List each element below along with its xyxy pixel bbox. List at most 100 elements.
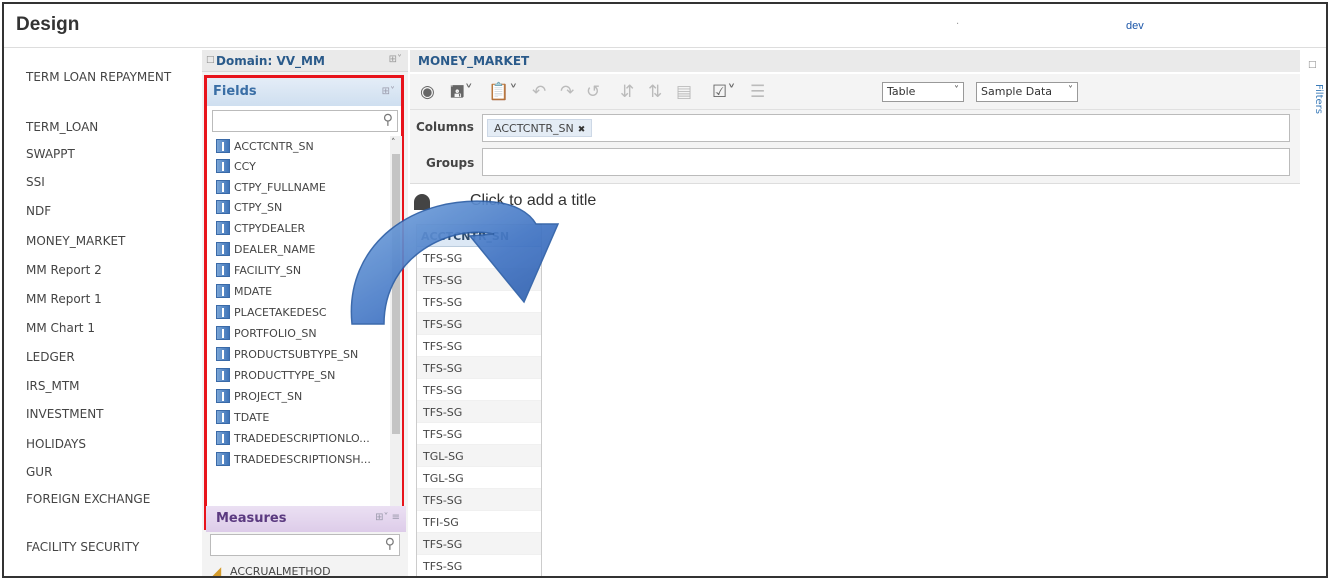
undo-icon[interactable]: ↶: [532, 82, 546, 102]
measure-icon: ◢: [212, 564, 222, 578]
field-item[interactable]: PRODUCTSUBTYPE_SN: [212, 344, 388, 364]
report-list-sidebar: TERM LOAN REPAYMENT TERM_LOAN SWAPPT SSI…: [4, 50, 202, 576]
measures-menu-icon[interactable]: ⊞˅ ≡: [375, 512, 400, 523]
sidebar-item-mm-chart-1[interactable]: MM Chart 1: [26, 321, 196, 335]
report-name-bar: MONEY_MARKET: [410, 50, 1300, 72]
measures-header[interactable]: Measures ⊞˅ ≡: [206, 506, 406, 532]
dimension-icon: [216, 410, 230, 424]
table-row: TFS-SG: [417, 335, 541, 357]
remove-icon[interactable]: ✖: [578, 125, 586, 135]
search-icon[interactable]: ⚲: [385, 536, 395, 552]
sidebar-item-ndf[interactable]: NDF: [26, 204, 196, 218]
field-item[interactable]: PROJECT_SN: [212, 386, 388, 406]
drag-arrow-icon: [350, 200, 560, 325]
chevron-down-icon: ˅: [954, 85, 959, 96]
table-row: TFS-SG: [417, 401, 541, 423]
sidebar-item-facility-security[interactable]: FACILITY SECURITY: [26, 540, 196, 554]
search-icon[interactable]: ⚲: [383, 112, 393, 128]
sidebar-item-term-loan-repayment[interactable]: TERM LOAN REPAYMENT: [26, 70, 196, 84]
sidebar-item-gur[interactable]: GUR: [26, 465, 196, 479]
sidebar-item-ledger[interactable]: LEDGER: [26, 350, 196, 364]
filters-panel-collapsed[interactable]: □ Filters: [1302, 50, 1326, 576]
dimension-icon: [216, 159, 230, 173]
checklist-icon[interactable]: ☑˅: [712, 82, 736, 102]
filters-tab[interactable]: Filters: [1304, 84, 1324, 124]
pin-icon[interactable]: □: [1308, 60, 1317, 70]
fields-header[interactable]: Fields ⊞˅: [207, 78, 401, 106]
table-row: TFS-SG: [417, 357, 541, 379]
domain-label: Domain: VV_MM: [216, 54, 325, 68]
dimension-icon: [216, 389, 230, 403]
field-item[interactable]: TDATE: [212, 407, 388, 427]
fields-menu-icon[interactable]: ⊞˅: [382, 86, 395, 97]
fields-search-input[interactable]: ⚲: [212, 110, 398, 132]
chevron-down-icon: ˅: [1068, 85, 1073, 96]
columns-groups-area: Columns ACCTCNTR_SN ✖ Groups: [410, 110, 1300, 184]
measures-label: Measures: [216, 511, 287, 526]
sidebar-item-investment[interactable]: INVESTMENT: [26, 407, 196, 421]
dimension-icon: [216, 284, 230, 298]
table-row: TFS-SG: [417, 423, 541, 445]
sidebar-item-term-loan[interactable]: TERM_LOAN: [26, 120, 196, 134]
dimension-icon: [216, 431, 230, 445]
sidebar-item-swappt[interactable]: SWAPPT: [26, 147, 196, 161]
field-item[interactable]: TRADEDESCRIPTIONLO...: [212, 428, 388, 448]
layout-icon[interactable]: ▤: [676, 82, 692, 102]
sidebar-item-money-market[interactable]: MONEY_MARKET: [26, 234, 196, 248]
fields-label: Fields: [213, 84, 257, 99]
dimension-icon: [216, 180, 230, 194]
column-chip[interactable]: ACCTCNTR_SN ✖: [487, 119, 593, 137]
app-header: Design . dev: [4, 4, 1326, 48]
preview-eye-icon[interactable]: ◉: [420, 82, 435, 102]
scroll-up-icon[interactable]: ˄: [391, 138, 396, 148]
table-row: TGL-SG: [417, 467, 541, 489]
pin-icon[interactable]: □: [206, 55, 215, 65]
view-type-select[interactable]: Table ˅: [882, 82, 964, 102]
groups-label: Groups: [426, 156, 475, 170]
dimension-icon: [216, 200, 230, 214]
dimension-icon: [216, 452, 230, 466]
table-row: TFS-SG: [417, 533, 541, 555]
groups-dropzone[interactable]: [482, 148, 1290, 176]
sidebar-item-mm-report-2[interactable]: MM Report 2: [26, 263, 196, 277]
sidebar-item-mm-report-1[interactable]: MM Report 1: [26, 292, 196, 306]
field-item[interactable]: TRADEDESCRIPTIONSH...: [212, 449, 388, 469]
page-title: Design: [16, 14, 80, 35]
table-row: TGL-SG: [417, 445, 541, 467]
dimension-icon: [216, 305, 230, 319]
field-item[interactable]: ACCTCNTR_SN: [212, 136, 388, 156]
table-row: TFS-SG: [417, 379, 541, 401]
panel-menu-icon[interactable]: ⊞˅: [389, 54, 402, 65]
user-link[interactable]: dev: [1126, 20, 1144, 32]
measures-search-input[interactable]: ⚲: [210, 534, 400, 556]
sort-icon[interactable]: ⇅: [648, 82, 662, 102]
sidebar-item-ssi[interactable]: SSI: [26, 175, 196, 189]
field-item[interactable]: CCY: [212, 156, 388, 176]
reset-icon[interactable]: ↺: [586, 82, 600, 102]
data-mode-select[interactable]: Sample Data ˅: [976, 82, 1078, 102]
measure-item[interactable]: ◢ ACCRUALMETHOD: [212, 564, 331, 578]
field-item[interactable]: PRODUCTTYPE_SN: [212, 365, 388, 385]
sidebar-item-holidays[interactable]: HOLIDAYS: [26, 437, 196, 451]
columns-label: Columns: [416, 120, 474, 134]
dimension-icon: [216, 221, 230, 235]
sidebar-item-irs-mtm[interactable]: IRS_MTM: [26, 379, 196, 393]
report-toolbar: ◉ 🖪˅ 📋˅ ↶ ↷ ↺ ⇵ ⇅ ▤ ☑˅ ☰ Table ˅ Sample D…: [410, 74, 1300, 110]
dimension-icon: [216, 368, 230, 382]
save-icon[interactable]: 🖪˅: [450, 82, 473, 102]
dimension-icon: [216, 242, 230, 256]
table-row: TFS-SG: [417, 555, 541, 576]
sidebar-item-foreign-exchange[interactable]: FOREIGN EXCHANGE: [26, 492, 196, 506]
dimension-icon: [216, 347, 230, 361]
swap-icon[interactable]: ⇵: [620, 82, 634, 102]
dimension-icon: [216, 139, 230, 153]
header-separator: .: [956, 16, 960, 27]
columns-dropzone[interactable]: ACCTCNTR_SN ✖: [482, 114, 1290, 142]
window: Design . dev TERM LOAN REPAYMENT TERM_LO…: [2, 2, 1328, 578]
domain-header: □ Domain: VV_MM ⊞˅: [202, 50, 408, 72]
table-row: TFS-SG: [417, 489, 541, 511]
redo-icon[interactable]: ↷: [560, 82, 574, 102]
dimension-icon: [216, 326, 230, 340]
filter-settings-icon[interactable]: ☰: [750, 82, 765, 102]
export-icon[interactable]: 📋˅: [488, 82, 518, 102]
